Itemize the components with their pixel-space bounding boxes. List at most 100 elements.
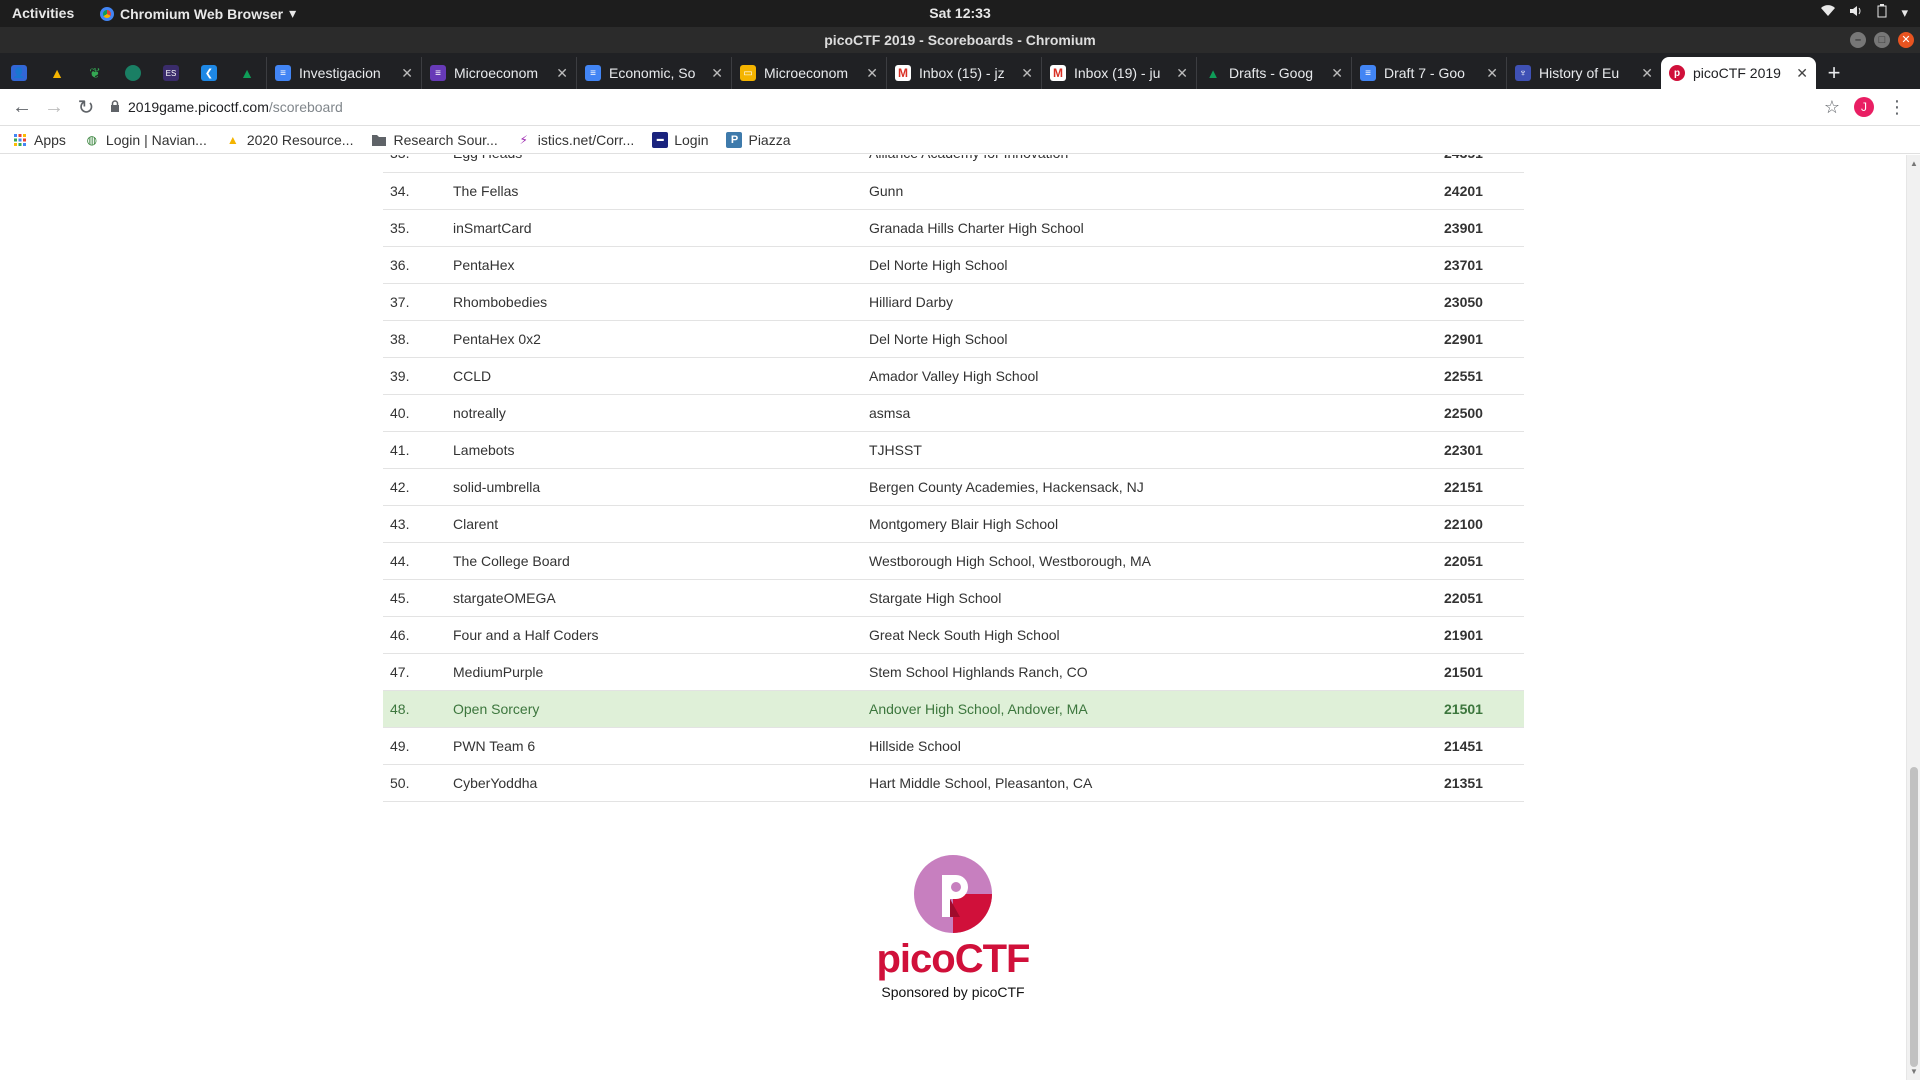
scrollbar-thumb[interactable]: [1910, 767, 1918, 1067]
tab-inbox-15[interactable]: M Inbox (15) - jz ✕: [886, 57, 1041, 89]
app-menu[interactable]: Chromium Web Browser ▾: [100, 5, 296, 22]
close-tab-icon[interactable]: ✕: [1486, 65, 1498, 82]
tab-label: Investigacion: [299, 65, 381, 81]
team-name-cell: Rhombobedies: [453, 293, 548, 310]
tab-label: Drafts - Goog: [1229, 65, 1314, 81]
tab-drafts[interactable]: ▲ Drafts - Goog ✕: [1196, 57, 1351, 89]
bookmark-label: Apps: [34, 131, 66, 148]
close-tab-icon[interactable]: ✕: [1021, 65, 1033, 82]
bookmark-piazza[interactable]: P Piazza: [726, 131, 791, 148]
reload-button[interactable]: ↻: [70, 91, 102, 123]
close-tab-icon[interactable]: ✕: [866, 65, 878, 82]
pinned-tab-es[interactable]: ES: [152, 57, 190, 89]
close-tab-icon[interactable]: ✕: [1331, 65, 1343, 82]
tab-label: Inbox (15) - jz: [919, 65, 1005, 81]
score-cell: 21501: [1444, 700, 1483, 717]
bookmark-star-icon[interactable]: ☆: [1824, 97, 1840, 118]
score-cell: 22051: [1444, 589, 1483, 606]
scroll-down-arrow-icon[interactable]: ▼: [1910, 1067, 1918, 1076]
window-title: picoCTF 2019 - Scoreboards - Chromium: [824, 32, 1096, 48]
window-title-bar: picoCTF 2019 - Scoreboards - Chromium – …: [0, 27, 1920, 53]
tab-label: Economic, So: [609, 65, 696, 81]
tab-microeconom-forms[interactable]: ≡ Microeconom ✕: [421, 57, 576, 89]
bookmark-apps[interactable]: Apps: [12, 132, 66, 148]
table-row: 42. solid-umbrella Bergen County Academies…: [383, 468, 1524, 505]
browser-toolbar: ← → ↻ 2019game.picoctf.com/scoreboard ☆ …: [0, 89, 1920, 126]
bookmark-login[interactable]: ▬ Login: [652, 131, 708, 148]
menu-dots-icon[interactable]: ⋮: [1888, 97, 1906, 118]
pinned-tab-drive-2[interactable]: ▲: [228, 57, 266, 89]
tab-inbox-19[interactable]: M Inbox (19) - ju ✕: [1041, 57, 1196, 89]
school-cell: Andover High School, Andover, MA: [869, 700, 1088, 717]
system-tray[interactable]: ▾: [1821, 4, 1908, 21]
team-name-cell: PWN Team 6: [453, 737, 536, 754]
activities-button[interactable]: Activities: [12, 5, 74, 21]
bookmark-research[interactable]: Research Sour...: [371, 131, 498, 148]
close-tab-icon[interactable]: ✕: [556, 65, 568, 82]
table-row: 47. MediumPurple Stem School Highlands Ran…: [383, 653, 1524, 690]
address-bar[interactable]: 2019game.picoctf.com/scoreboard: [110, 92, 1824, 122]
bookmark-resources[interactable]: ▲ 2020 Resource...: [225, 132, 354, 148]
site-icon: ⚡: [519, 132, 528, 147]
school-cell: Bergen County Academies, Hackensack, NJ: [869, 478, 1144, 495]
bookmark-istics[interactable]: ⚡ istics.net/Corr...: [516, 132, 635, 148]
rank-cell: 36.: [390, 256, 410, 273]
close-tab-icon[interactable]: ✕: [1641, 65, 1653, 82]
rank-cell: 38.: [390, 330, 410, 347]
school-cell: Great Neck South High School: [869, 626, 1060, 643]
tab-history[interactable]: ♆ History of Eu ✕: [1506, 57, 1661, 89]
pinned-tab-leaf[interactable]: ❦: [76, 57, 114, 89]
team-name-cell: stargateOMEGA: [453, 589, 556, 606]
pinned-tab-globe[interactable]: [114, 57, 152, 89]
clock[interactable]: Sat 12:33: [929, 5, 990, 21]
school-cell: Granada Hills Charter High School: [869, 219, 1084, 236]
wifi-icon: [1821, 5, 1836, 20]
chromium-icon: [100, 6, 114, 21]
score-cell: 23050: [1444, 293, 1483, 310]
team-name-cell: inSmartCard: [453, 219, 532, 236]
minimize-button[interactable]: –: [1850, 32, 1866, 48]
page-content: 33.Egg HeadsAlliance Academy for Innovat…: [0, 155, 1906, 1080]
rank-cell: 34.: [390, 182, 410, 199]
team-name-cell: Clarent: [453, 515, 499, 532]
tab-economic[interactable]: ≡ Economic, So ✕: [576, 57, 731, 89]
close-tab-icon[interactable]: ✕: [1176, 65, 1188, 82]
table-row: 48. Open Sorcery Andover High School, Ando…: [383, 690, 1524, 727]
rank-cell: 39.: [390, 367, 410, 384]
team-name-cell: The College Board: [453, 552, 570, 569]
new-tab-button[interactable]: +: [1816, 57, 1852, 89]
vertical-scrollbar[interactable]: ▲ ▼: [1906, 155, 1920, 1080]
rank-cell: 47.: [390, 663, 410, 680]
close-tab-icon[interactable]: ✕: [401, 65, 413, 82]
table-row: 37. Rhombobedies Hilliard Darby 23050: [383, 283, 1524, 320]
bookmark-label: Research Sour...: [393, 131, 498, 148]
table-row: 34. The Fellas Gunn 24201: [383, 172, 1524, 209]
close-tab-icon[interactable]: ✕: [711, 65, 723, 82]
school-cell: asmsa: [869, 404, 911, 421]
sponsor-text: Sponsored by picoCTF: [881, 984, 1025, 1000]
avatar[interactable]: J: [1854, 97, 1874, 117]
tab-draft-7[interactable]: ≡ Draft 7 - Goo ✕: [1351, 57, 1506, 89]
back-button[interactable]: ←: [6, 91, 38, 123]
school-cell: Westborough High School, Westborough, MA: [869, 552, 1151, 569]
volume-icon: [1849, 5, 1863, 20]
pinned-tab-drive[interactable]: ▲: [38, 57, 76, 89]
tab-picoctf[interactable]: p picoCTF 2019 ✕: [1661, 57, 1816, 89]
table-row: 50. CyberYoddha Hart Middle School, Pleasa…: [383, 764, 1524, 801]
docs-icon: ≡: [1360, 65, 1376, 81]
globe-icon: ◍: [86, 132, 98, 147]
url-host: 2019game.picoctf.com: [128, 99, 269, 115]
maximize-button[interactable]: □: [1874, 32, 1890, 48]
globe-icon: [125, 65, 141, 81]
close-tab-icon[interactable]: ✕: [1796, 65, 1808, 82]
pinned-tab-contacts[interactable]: 👤: [0, 57, 38, 89]
pinned-tab-classroom[interactable]: ❮: [190, 57, 228, 89]
close-window-button[interactable]: ✕: [1898, 32, 1914, 48]
rank-cell: 50.: [390, 774, 410, 791]
scroll-up-arrow-icon[interactable]: ▲: [1910, 159, 1918, 168]
bookmark-navian[interactable]: ◍ Login | Navian...: [84, 132, 207, 148]
tab-investigacion[interactable]: ≡ Investigacion ✕: [266, 57, 421, 89]
tab-microeconom-slides[interactable]: ▭ Microeconom ✕: [731, 57, 886, 89]
score-cell: 21501: [1444, 663, 1483, 680]
forward-button[interactable]: →: [38, 91, 70, 123]
